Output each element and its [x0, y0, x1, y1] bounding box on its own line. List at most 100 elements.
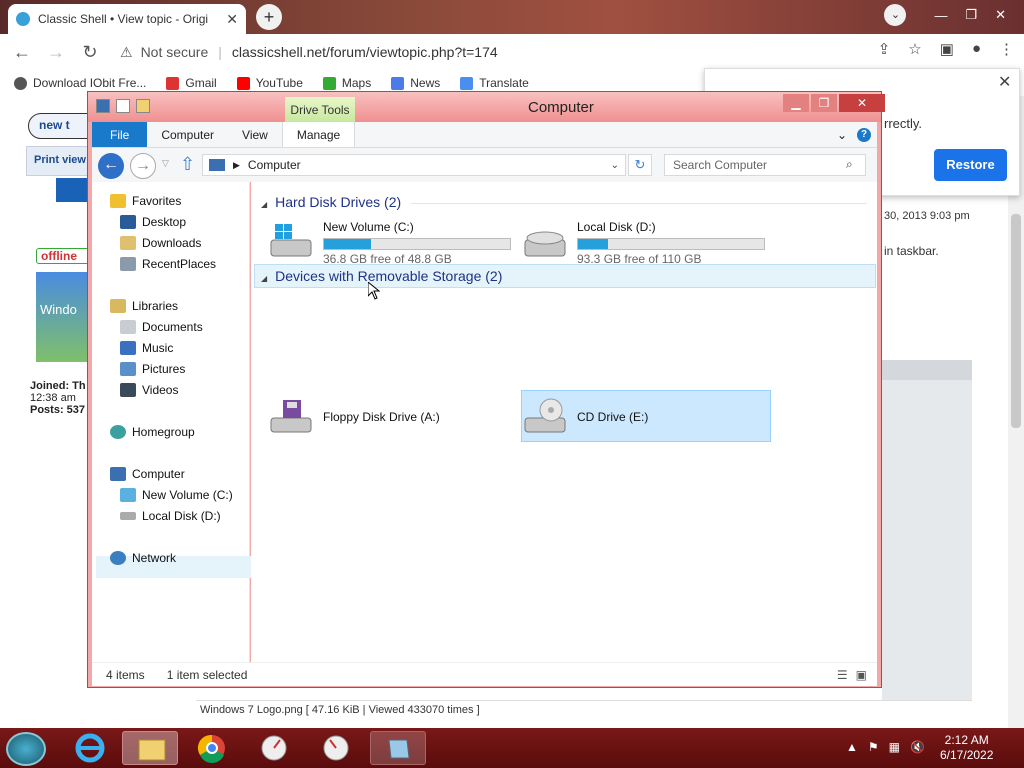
tab-file[interactable]: File: [92, 122, 148, 147]
chrome-taskbar-button[interactable]: [184, 731, 240, 765]
network-tray-icon[interactable]: ▦: [889, 740, 900, 754]
share-icon[interactable]: ⇪: [878, 40, 891, 58]
nav-network[interactable]: Network: [110, 551, 176, 565]
properties-icon[interactable]: [116, 99, 130, 113]
collapse-icon[interactable]: ◢: [261, 200, 267, 209]
collapse-icon[interactable]: ◢: [261, 274, 267, 283]
view-toggle: ☰ ▣: [837, 668, 867, 682]
app-taskbar-button-3[interactable]: [370, 731, 426, 765]
nav-videos[interactable]: Videos: [120, 383, 178, 397]
maximize-button[interactable]: ❐: [811, 94, 837, 112]
bookmark-iobit[interactable]: Download IObit Fre...: [14, 76, 146, 90]
back-button[interactable]: ←: [98, 153, 124, 179]
drive-tools-tab[interactable]: Drive Tools: [285, 97, 355, 122]
floppy-drive-name[interactable]: Floppy Disk Drive (A:): [323, 410, 440, 424]
clock[interactable]: 2:12 AM 6/17/2022: [940, 733, 993, 763]
app-taskbar-button-2[interactable]: [308, 731, 364, 765]
minimize-icon[interactable]: —: [934, 8, 947, 23]
address-dropdown-icon[interactable]: ⌄: [611, 160, 619, 171]
restore-window-icon[interactable]: ❐: [965, 7, 977, 23]
bookmark-youtube[interactable]: YouTube: [236, 76, 303, 90]
folder-icon: [138, 739, 166, 761]
breadcrumb-arrow-icon[interactable]: ▶: [233, 160, 240, 171]
forward-button[interactable]: →: [130, 153, 156, 179]
nav-libraries[interactable]: Libraries: [110, 299, 178, 313]
nav-new-volume-c[interactable]: New Volume (C:): [120, 488, 233, 502]
bookmark-maps[interactable]: Maps: [322, 76, 371, 90]
nav-computer[interactable]: Computer: [110, 467, 185, 481]
menu-icon[interactable]: ⋮: [999, 40, 1014, 58]
nav-pictures[interactable]: Pictures: [120, 362, 185, 376]
tab-title: Classic Shell • View topic - Origi: [38, 12, 209, 26]
title-bar[interactable]: [88, 92, 881, 122]
forward-icon[interactable]: →: [46, 42, 66, 63]
clock-app-icon: [261, 735, 287, 761]
side-panel-icon[interactable]: ▣: [940, 40, 954, 58]
item-count: 4 items: [106, 667, 145, 682]
back-icon[interactable]: ←: [12, 42, 32, 63]
profile-icon[interactable]: ●: [972, 40, 981, 58]
internet-explorer-icon: [75, 733, 105, 763]
breadcrumb-computer[interactable]: Computer: [248, 158, 301, 172]
action-center-icon[interactable]: ⚑: [868, 740, 879, 754]
computer-icon[interactable]: [96, 99, 110, 113]
large-icons-view-icon[interactable]: ▣: [856, 668, 867, 682]
search-input[interactable]: Search Computer: [664, 154, 866, 176]
tab-view[interactable]: View: [228, 122, 282, 147]
nav-documents[interactable]: Documents: [120, 320, 203, 334]
group-hard-disk-drives[interactable]: ◢ Hard Disk Drives (2): [261, 194, 401, 210]
volume-muted-icon[interactable]: 🔇: [910, 740, 925, 754]
drive-c-name[interactable]: New Volume (C:): [323, 220, 414, 234]
recent-locations-icon[interactable]: ▽: [162, 158, 169, 169]
nav-desktop[interactable]: Desktop: [120, 215, 186, 229]
tab-manage[interactable]: Manage: [281, 122, 356, 147]
drive-icon: [523, 222, 567, 262]
homegroup-icon: [110, 425, 126, 439]
nav-downloads[interactable]: Downloads: [120, 236, 201, 250]
nav-recentplaces[interactable]: RecentPlaces: [120, 257, 216, 271]
address-bar[interactable]: ▶ Computer ⌄: [202, 154, 626, 176]
bookmark-news[interactable]: News: [391, 76, 440, 90]
news-icon: [391, 76, 405, 90]
show-hidden-icon[interactable]: ▲: [846, 740, 858, 754]
drive-c-usage-bar: [323, 238, 511, 250]
explorer-taskbar-button[interactable]: [122, 731, 178, 765]
new-folder-icon[interactable]: [136, 99, 150, 113]
cd-drive-name[interactable]: CD Drive (E:): [577, 410, 648, 424]
tab-computer[interactable]: Computer: [147, 122, 228, 147]
bookmark-gmail[interactable]: Gmail: [166, 76, 217, 90]
reload-icon[interactable]: ↻: [80, 42, 100, 63]
ie-taskbar-button[interactable]: [62, 731, 118, 765]
close-window-icon[interactable]: ✕: [995, 7, 1006, 23]
minimize-button[interactable]: ▁: [783, 94, 809, 112]
post-text: in taskbar.: [884, 244, 939, 258]
details-view-icon[interactable]: ☰: [837, 668, 848, 682]
search-icon[interactable]: ⌕: [846, 157, 853, 172]
close-tab-icon[interactable]: ✕: [226, 11, 238, 28]
nav-homegroup[interactable]: Homegroup: [110, 425, 195, 439]
page-scrollbar-thumb[interactable]: [1011, 214, 1021, 428]
close-button[interactable]: ✕: [839, 94, 885, 112]
drive-d-name[interactable]: Local Disk (D:): [577, 220, 656, 234]
new-tab-button[interactable]: +: [256, 4, 282, 30]
print-view-link[interactable]: Print view: [34, 154, 86, 166]
bookmark-star-icon[interactable]: ☆: [908, 40, 921, 58]
warning-icon: ⚠: [120, 43, 133, 60]
expand-ribbon-icon[interactable]: ⌄: [837, 128, 847, 142]
help-icon[interactable]: ?: [857, 128, 871, 142]
browser-tab[interactable]: Classic Shell • View topic - Origi ✕: [8, 4, 246, 34]
group-removable-storage[interactable]: ◢ Devices with Removable Storage (2): [261, 268, 502, 284]
content-pane: ◢ Hard Disk Drives (2) New Volume (C:) 36…: [251, 182, 877, 662]
start-button[interactable]: [6, 732, 46, 766]
app-taskbar-button-1[interactable]: [246, 731, 302, 765]
restore-button[interactable]: Restore: [934, 149, 1007, 181]
address-bar[interactable]: ⚠ Not secure | classicshell.net/forum/vi…: [120, 38, 880, 66]
popup-close-icon[interactable]: ✕: [998, 72, 1011, 92]
up-arrow-icon[interactable]: ⇧: [180, 154, 195, 175]
nav-music[interactable]: Music: [120, 341, 173, 355]
refresh-button[interactable]: ↻: [628, 154, 652, 176]
nav-favorites[interactable]: Favorites: [110, 194, 181, 208]
tab-search-icon[interactable]: ⌄: [884, 4, 907, 26]
nav-local-disk-d[interactable]: Local Disk (D:): [120, 509, 221, 523]
bookmark-translate[interactable]: Translate: [460, 76, 529, 90]
